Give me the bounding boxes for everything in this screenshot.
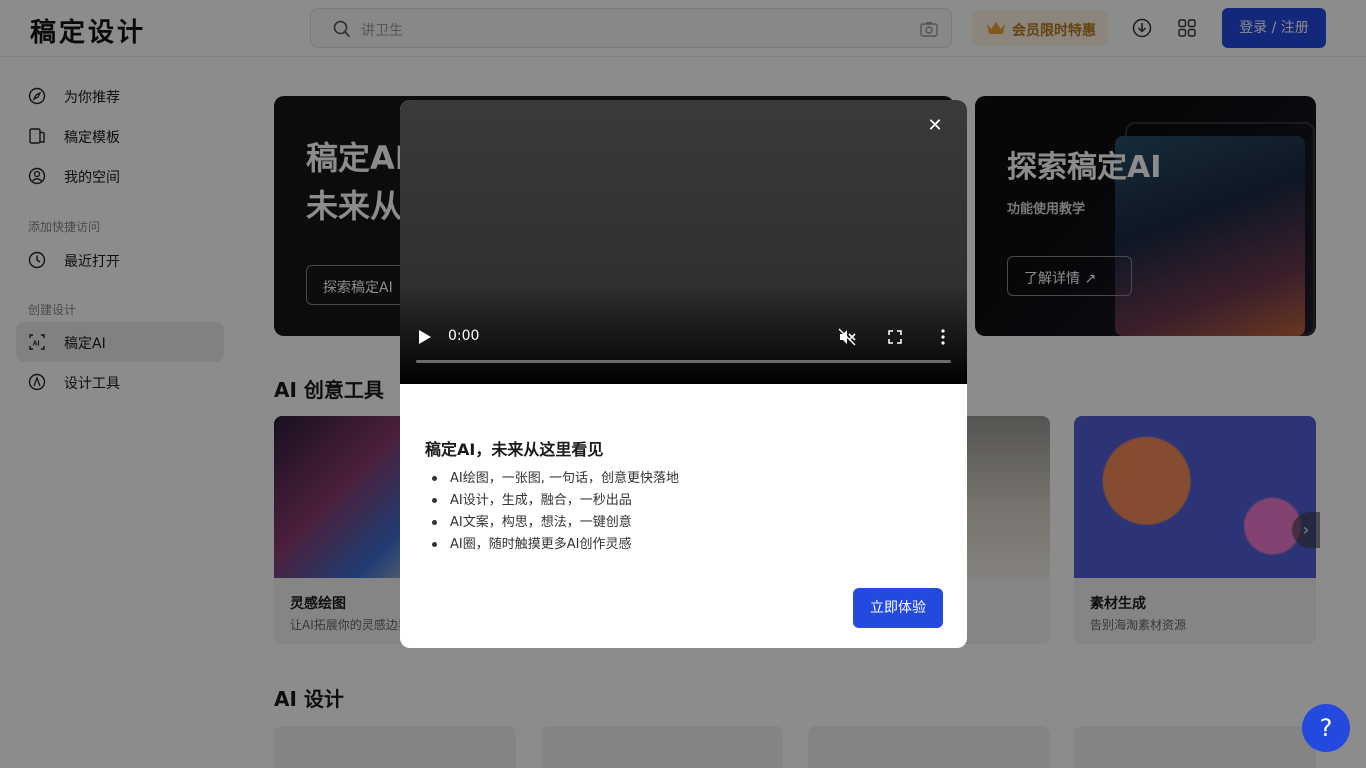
list-item: AI设计，生成，融合，一秒出品: [425, 490, 679, 512]
modal-title: 稿定AI，未来从这里看见: [425, 440, 604, 459]
fullscreen-icon[interactable]: [885, 327, 905, 347]
play-icon[interactable]: [418, 329, 432, 345]
list-item: AI圈，随时触摸更多AI创作灵感: [425, 534, 679, 556]
close-icon[interactable]: ✕: [923, 114, 947, 138]
video-progress-bar[interactable]: [416, 360, 951, 363]
mute-icon[interactable]: [837, 327, 857, 347]
help-button[interactable]: ?: [1302, 704, 1350, 752]
intro-modal: ✕ 0:00 稿定AI，未来从这里看见 AI绘图，一张图, 一句话，创意更快落地…: [400, 100, 967, 648]
feature-list: AI绘图，一张图, 一句话，创意更快落地 AI设计，生成，融合，一秒出品 AI文…: [425, 468, 679, 556]
video-time: 0:00: [448, 328, 480, 344]
list-item: AI绘图，一张图, 一句话，创意更快落地: [425, 468, 679, 490]
video-player[interactable]: ✕ 0:00: [400, 100, 967, 384]
more-options-icon[interactable]: [933, 327, 953, 347]
list-item: AI文案，构思，想法，一键创意: [425, 512, 679, 534]
try-now-button[interactable]: 立即体验: [853, 588, 943, 628]
